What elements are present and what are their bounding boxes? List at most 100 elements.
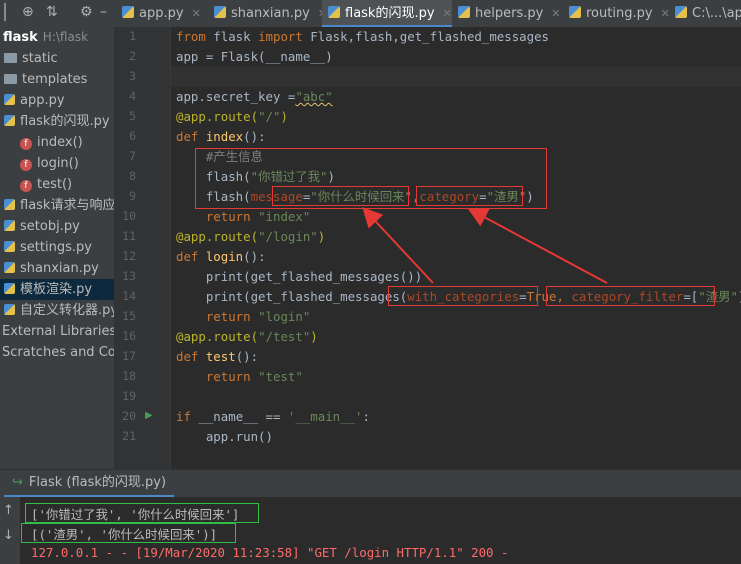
close-icon[interactable]: ✕ — [192, 7, 201, 20]
tree-item-label: flask的闪现.py — [20, 114, 110, 129]
tree-item-label: flask请求与响应.py — [20, 198, 114, 213]
folder-icon — [4, 53, 17, 63]
close-icon[interactable]: ✕ — [443, 7, 452, 20]
minimize-icon[interactable]: – — [100, 4, 107, 20]
line-number: 11 — [122, 229, 136, 243]
console-line: 127.0.0.1 - - [19/Mar/2020 11:23:58] "GE… — [31, 545, 509, 560]
line-number: 5 — [129, 109, 136, 123]
python-file-icon — [4, 115, 15, 126]
tree-item-custom-converter-py[interactable]: 自定义转化器.py — [4, 300, 114, 321]
code-editor[interactable]: from flask import Flask,flash,get_flashe… — [171, 27, 741, 469]
annotation-arrows — [362, 207, 608, 284]
tree-item-label: Scratches and Consoles — [2, 345, 114, 360]
python-file-icon — [4, 304, 15, 315]
tree-item-shanxian-py[interactable]: shanxian.py — [4, 258, 114, 279]
tab-shanxian-py[interactable]: shanxian.py✕ — [208, 0, 327, 27]
line-number: 16 — [122, 329, 136, 343]
tab-routing-py[interactable]: routing.py ✕ — [563, 0, 670, 27]
python-file-icon — [4, 283, 15, 294]
editor-tab-bar: ⊕ ⇅ ⚙ – app.py✕ shanxian.py✕ flask的闪现.py… — [0, 0, 741, 28]
python-file-icon — [4, 262, 15, 273]
line-number: 7 — [129, 149, 136, 163]
folder-icon — [4, 74, 17, 84]
down-arrow-icon[interactable]: ↓ — [3, 528, 14, 543]
line-number: 18 — [122, 369, 136, 383]
run-tab-flask[interactable]: ↪ Flask (flask的闪现.py) — [4, 471, 175, 497]
line-number: 12 — [122, 249, 136, 263]
tab-label: routing.py — [586, 6, 653, 21]
output-annotation-2 — [21, 523, 236, 543]
line-number: 6 — [129, 129, 136, 143]
output-annotation-1 — [25, 503, 259, 523]
tree-item-app-py[interactable]: app.py — [4, 90, 114, 111]
python-file-icon — [675, 6, 687, 18]
tab-label: app.py — [139, 6, 184, 21]
line-number: 9 — [129, 189, 136, 203]
tree-item-login-fn[interactable]: f login() — [20, 153, 114, 174]
up-arrow-icon[interactable]: ↑ — [3, 503, 14, 518]
console-toolbar: ↑ ↓ — [0, 497, 20, 564]
python-file-icon — [214, 6, 226, 18]
python-file-icon — [122, 6, 134, 18]
line-number: 15 — [122, 309, 136, 323]
line-number: 13 — [122, 269, 136, 283]
python-file-icon — [4, 199, 15, 210]
python-file-icon — [4, 94, 15, 105]
tab-app-py[interactable]: app.py ✕ — [116, 0, 208, 27]
function-icon: f — [20, 180, 32, 192]
tab-flask-flash-py[interactable]: flask的闪现.py ✕ — [322, 0, 452, 27]
tree-item-label: 模板渲染.py — [20, 282, 93, 297]
line-number: 10 — [122, 209, 136, 223]
run-icon[interactable]: ▶ — [145, 410, 153, 421]
tree-item-template-render-py[interactable]: 模板渲染.py — [0, 279, 114, 300]
project-tree: flask H:\flask static templates app.py fl… — [0, 27, 114, 469]
collapse-icon[interactable]: ⇅ — [46, 4, 58, 20]
arrow-to-category — [467, 208, 608, 284]
tree-item-label: settings.py — [20, 240, 92, 255]
python-file-icon — [569, 6, 581, 18]
line-number: 20 — [122, 409, 136, 423]
tree-item-templates[interactable]: templates — [4, 69, 114, 90]
tree-item-flask-flash-py[interactable]: flask的闪现.py — [4, 111, 114, 132]
tab-helpers-py[interactable]: helpers.py ✕ — [452, 0, 563, 27]
python-file-icon — [4, 241, 15, 252]
project-root[interactable]: flask H:\flask — [3, 30, 88, 45]
line-number: 8 — [129, 169, 136, 183]
tab-label: shanxian.py — [231, 6, 310, 21]
tree-item-label: setobj.py — [20, 219, 80, 234]
tree-item-label: test() — [37, 177, 73, 192]
tree-item-label: External Libraries — [2, 324, 114, 339]
project-toolbar: ⊕ ⇅ ⚙ – — [0, 0, 115, 27]
crosshair-icon[interactable]: ⊕ — [22, 4, 34, 20]
tree-item-external-libraries[interactable]: External Libraries — [2, 321, 114, 342]
tree-item-label: app.py — [20, 93, 65, 108]
run-panel-header: ↪ Flask (flask的闪现.py) — [0, 469, 741, 498]
tree-item-scratches[interactable]: Scratches and Consoles — [2, 342, 114, 363]
python-file-icon — [458, 6, 470, 18]
project-panel-icon[interactable] — [4, 3, 16, 21]
tree-item-test-fn[interactable]: f test() — [20, 174, 114, 195]
run-tab-label: Flask (flask的闪现.py) — [28, 475, 167, 490]
function-icon: f — [20, 138, 32, 150]
tab-external-file[interactable]: C:\...\ap — [669, 0, 741, 27]
tab-label: flask的闪现.py — [345, 6, 435, 21]
tree-item-label: static — [22, 51, 58, 66]
line-number: 2 — [129, 49, 136, 63]
tree-item-label: index() — [37, 135, 83, 150]
python-file-icon — [328, 6, 340, 18]
tree-item-setobj-py[interactable]: setobj.py — [4, 216, 114, 237]
close-icon[interactable]: ✕ — [551, 7, 560, 20]
tab-label: C:\...\ap — [692, 6, 741, 21]
line-number: 21 — [122, 429, 136, 443]
tree-item-index-fn[interactable]: f index() — [20, 132, 114, 153]
line-number: 1 — [129, 29, 136, 43]
tree-item-settings-py[interactable]: settings.py — [4, 237, 114, 258]
console-output[interactable]: ['你错过了我', '你什么时候回来'] [('渣男', '你什么时候回来')]… — [21, 497, 741, 564]
line-number: 19 — [122, 389, 136, 403]
tree-item-label: templates — [22, 72, 88, 87]
function-icon: f — [20, 159, 32, 171]
tree-item-flask-request-py[interactable]: flask请求与响应.py — [4, 195, 114, 216]
gear-icon[interactable]: ⚙ — [80, 4, 93, 20]
project-name: flask — [3, 30, 38, 45]
tree-item-static[interactable]: static — [4, 48, 114, 69]
